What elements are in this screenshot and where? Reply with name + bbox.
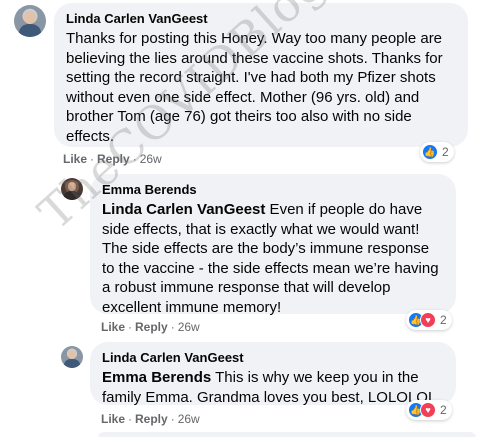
- avatar-linda[interactable]: [14, 5, 46, 37]
- avatar-face: [23, 10, 37, 24]
- timestamp[interactable]: 26w: [178, 320, 200, 334]
- comment-text: Emma Berends This is why we keep you in …: [102, 368, 444, 407]
- love-icon: ♥: [420, 402, 436, 418]
- separator: ·: [132, 152, 137, 166]
- like-action[interactable]: Like: [63, 152, 87, 166]
- reply-action[interactable]: Reply: [135, 412, 168, 426]
- reply-action[interactable]: Reply: [97, 152, 130, 166]
- mention-link[interactable]: Linda Carlen VanGeest: [102, 201, 265, 218]
- avatar-face: [67, 181, 77, 191]
- reaction-summary-3[interactable]: 👍 ♥ 2: [406, 400, 452, 420]
- mention-link[interactable]: Emma Berends: [102, 369, 211, 386]
- like-icon: 👍: [422, 144, 438, 160]
- comment-author[interactable]: Linda Carlen VanGeest: [66, 11, 456, 27]
- comment-bubble-3: Linda Carlen VanGeest Emma Berends This …: [90, 342, 456, 407]
- avatar-linda[interactable]: [61, 346, 83, 368]
- comment-text: Thanks for posting this Honey. Way too m…: [66, 30, 443, 145]
- separator: ·: [128, 412, 133, 426]
- reply-action[interactable]: Reply: [135, 320, 168, 334]
- avatar-body: [64, 358, 80, 368]
- love-icon: ♥: [420, 312, 436, 328]
- separator: ·: [170, 320, 175, 334]
- timestamp[interactable]: 26w: [178, 412, 200, 426]
- separator: ·: [170, 412, 175, 426]
- comment-actions-2: Like · Reply · 26w: [101, 319, 200, 335]
- like-action[interactable]: Like: [101, 412, 125, 426]
- comment-bubble-1: Linda Carlen VanGeest Thanks for posting…: [54, 3, 468, 147]
- reaction-count: 2: [440, 403, 447, 417]
- comment-body: Even if people do have side effects, tha…: [102, 201, 439, 316]
- comment-bubble-2: Emma Berends Linda Carlen VanGeest Even …: [90, 174, 456, 317]
- avatar-emma[interactable]: [61, 178, 83, 200]
- comment-author[interactable]: Linda Carlen VanGeest: [102, 350, 444, 366]
- reaction-summary-2[interactable]: 👍 ♥ 2: [406, 310, 452, 330]
- avatar-body: [18, 23, 42, 37]
- separator: ·: [128, 320, 133, 334]
- comment-text: Linda Carlen VanGeest Even if people do …: [102, 200, 444, 317]
- reaction-summary-1[interactable]: 👍 2: [420, 142, 454, 162]
- timestamp[interactable]: 26w: [140, 152, 162, 166]
- comment-actions-1: Like · Reply · 26w: [63, 151, 162, 167]
- reaction-count: 2: [440, 313, 447, 327]
- next-comment-bubble-edge: [98, 432, 476, 437]
- avatar-body: [64, 190, 80, 200]
- avatar-face: [67, 349, 77, 359]
- like-action[interactable]: Like: [101, 320, 125, 334]
- comment-actions-3: Like · Reply · 26w: [101, 411, 200, 427]
- reaction-count: 2: [442, 145, 449, 159]
- comment-author[interactable]: Emma Berends: [102, 182, 444, 198]
- separator: ·: [90, 152, 95, 166]
